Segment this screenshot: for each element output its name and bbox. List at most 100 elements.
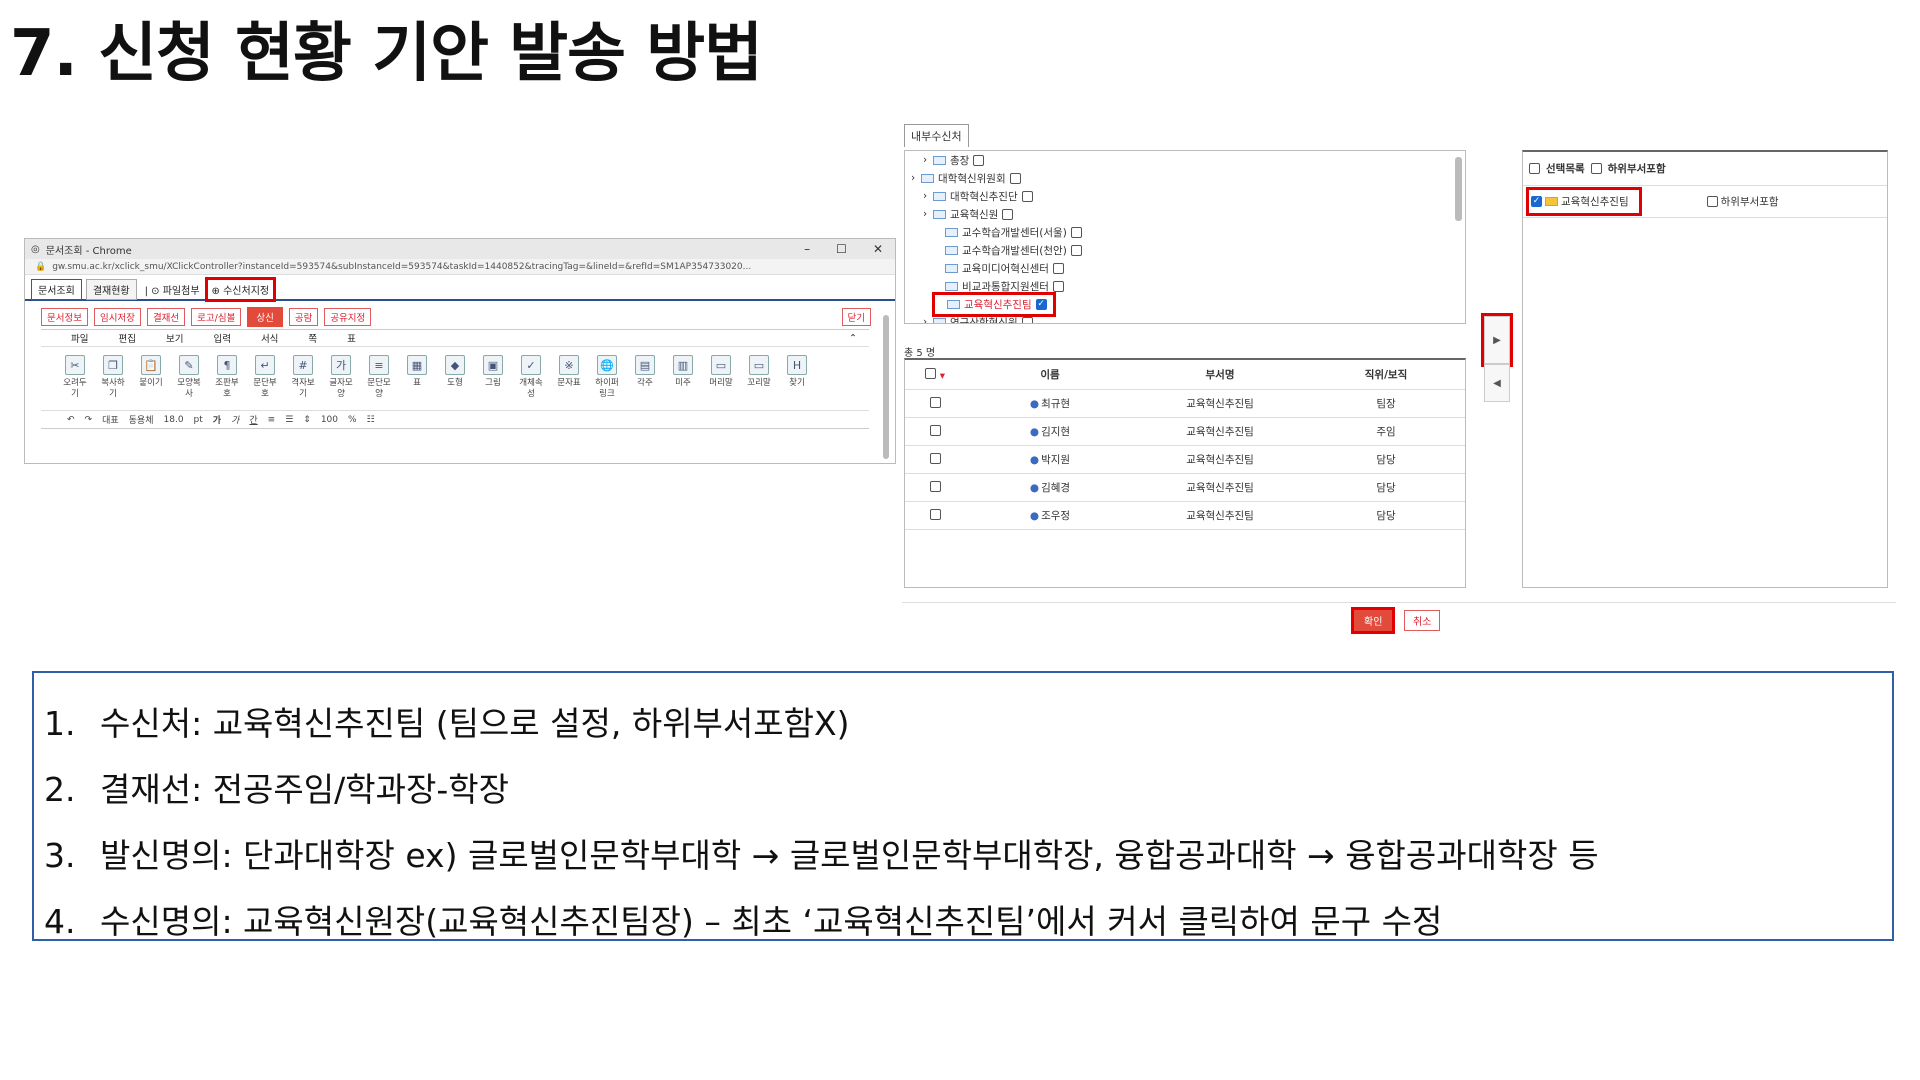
chevron-icon[interactable]: ›	[923, 154, 929, 166]
selected-item-checkbox[interactable]: ✓	[1531, 196, 1542, 207]
temp-save-button[interactable]: 임시저장	[93, 308, 141, 326]
tree-node[interactable]: › 총장	[905, 151, 1465, 169]
maximize-icon[interactable]: ☐	[836, 242, 847, 256]
menu-page[interactable]: 쪽	[308, 331, 317, 345]
tool-button[interactable]: ✓ 개체속성	[517, 355, 545, 400]
tree-node-checkbox[interactable]: ✓	[1035, 298, 1047, 310]
tree-node[interactable]: › 연구산학혁신원	[905, 313, 1465, 323]
redo-icon[interactable]: ↷	[85, 415, 93, 425]
confirm-button[interactable]: 확인	[1350, 607, 1396, 634]
tool-button[interactable]: ▭ 머리말	[707, 355, 735, 389]
tree-node[interactable]: 교수학습개발센터(천안)	[905, 241, 1465, 259]
select-list-checkbox[interactable]	[1529, 163, 1540, 174]
tree-node-checkbox[interactable]	[1070, 226, 1082, 238]
tool-button[interactable]: ▦ 표	[403, 355, 431, 389]
tree-node[interactable]: 비교과통합지원센터	[905, 277, 1465, 295]
tab-doc-view[interactable]: 문서조회	[31, 278, 82, 300]
minimize-icon[interactable]: –	[804, 242, 810, 256]
tree-node-checkbox[interactable]	[1052, 262, 1064, 274]
tool-button[interactable]: 📋 붙이기	[137, 355, 165, 389]
menu-format[interactable]: 서식	[261, 331, 278, 345]
tool-button[interactable]: ▥ 미주	[669, 355, 697, 389]
tool-button[interactable]: ↵ 문단부호	[251, 355, 279, 400]
tab-approval-status[interactable]: 결재현황	[85, 278, 137, 300]
row-checkbox[interactable]	[905, 424, 965, 439]
collapse-icon[interactable]: ⌃	[849, 333, 857, 344]
tool-button[interactable]: # 격자보기	[289, 355, 317, 400]
tool-button[interactable]: 🌐 하이퍼링크	[593, 355, 621, 400]
chevron-icon[interactable]: ›	[923, 208, 929, 220]
menu-file[interactable]: 파일	[71, 331, 88, 345]
bold-icon[interactable]: 가	[213, 413, 221, 426]
select-all-checkbox[interactable]: ▾	[905, 367, 965, 382]
tool-button[interactable]: ¶ 조판부호	[213, 355, 241, 400]
tree-node-checkbox[interactable]	[1002, 208, 1014, 220]
tree-node[interactable]: › 교육혁신원	[905, 205, 1465, 223]
window-scrollbar[interactable]	[883, 315, 889, 459]
table-row[interactable]: ● 김혜경 교육혁신추진팀 담당	[905, 474, 1465, 502]
tool-button[interactable]: ※ 문자표	[555, 355, 583, 389]
row-checkbox[interactable]	[905, 480, 965, 495]
row-checkbox[interactable]	[905, 396, 965, 411]
tree-scrollbar[interactable]	[1455, 157, 1462, 221]
align-left-icon[interactable]: ≡	[268, 415, 276, 425]
table-row[interactable]: ● 조우정 교육혁신추진팀 담당	[905, 502, 1465, 530]
set-recipient-link[interactable]: ⊕ 수신처지정	[204, 276, 277, 302]
tree-node-checkbox[interactable]	[1052, 280, 1064, 292]
font-size-value[interactable]: 18.0	[164, 415, 184, 425]
italic-icon[interactable]: 가	[231, 413, 239, 426]
align-center-icon[interactable]: ☰	[285, 415, 293, 425]
list-icon[interactable]: ☷	[367, 415, 375, 425]
chevron-icon[interactable]: ›	[911, 172, 917, 184]
include-sub-checkbox[interactable]	[1706, 196, 1718, 207]
table-row[interactable]: ● 박지원 교육혁신추진팀 담당	[905, 446, 1465, 474]
tool-button[interactable]: ✂ 오려두기	[61, 355, 89, 400]
tree-node[interactable]: 교육혁신추진팀 ✓	[905, 291, 1465, 317]
tree-node[interactable]: › 대학혁신추진단	[905, 187, 1465, 205]
table-row[interactable]: ● 김지현 교육혁신추진팀 주임	[905, 418, 1465, 446]
include-sub-all-checkbox[interactable]	[1590, 163, 1602, 174]
approval-line-button[interactable]: 결재선	[146, 308, 186, 326]
tool-button[interactable]: 가 글자모양	[327, 355, 355, 400]
tree-node-checkbox[interactable]	[973, 154, 985, 166]
move-right-button[interactable]: ▶	[1481, 313, 1513, 367]
doc-info-button[interactable]: 문서정보	[41, 308, 88, 326]
tool-button[interactable]: ✎ 모양복사	[175, 355, 203, 400]
selected-item[interactable]: ✓ 교육혁신추진팀 하위부서포함	[1523, 186, 1887, 218]
style-select[interactable]: 대표	[102, 413, 119, 426]
share-button[interactable]: 공유지정	[324, 308, 372, 326]
tree-node-checkbox[interactable]	[1070, 244, 1082, 256]
tree-node-checkbox[interactable]	[1021, 316, 1033, 323]
row-checkbox[interactable]	[905, 508, 965, 523]
tree-node-checkbox[interactable]	[1021, 190, 1033, 202]
underline-icon[interactable]: 간	[249, 413, 257, 426]
menu-insert[interactable]: 입력	[213, 331, 230, 345]
tool-button[interactable]: ≡ 문단모양	[365, 355, 393, 400]
circulate-button[interactable]: 공람	[288, 308, 319, 326]
zoom-value[interactable]: 100	[321, 415, 338, 425]
font-select[interactable]: 동용체	[129, 413, 154, 426]
tool-button[interactable]: ▭ 꼬리말	[745, 355, 773, 389]
selected-team-box[interactable]: ✓ 교육혁신추진팀	[1526, 187, 1642, 216]
tool-button[interactable]: ❐ 복사하기	[99, 355, 127, 400]
cancel-button[interactable]: 취소	[1404, 610, 1441, 631]
table-row[interactable]: ● 최규현 교육혁신추진팀 팀장	[905, 390, 1465, 418]
undo-icon[interactable]: ↶	[67, 415, 75, 425]
submit-button[interactable]: 상신	[247, 307, 283, 327]
close-icon[interactable]: ✕	[873, 242, 883, 256]
tool-button[interactable]: ▤ 각주	[631, 355, 659, 389]
tree-node[interactable]: › 대학혁신위원회	[905, 169, 1465, 187]
tree-node-checkbox[interactable]	[1009, 172, 1021, 184]
chevron-icon[interactable]: ›	[923, 190, 929, 202]
menu-table[interactable]: 표	[347, 331, 356, 345]
tool-button[interactable]: H 찾기	[783, 355, 811, 389]
attach-file-link[interactable]: | ⊙ 파일첨부	[141, 280, 204, 299]
tool-button[interactable]: ◆ 도형	[441, 355, 469, 389]
tool-button[interactable]: ▣ 그림	[479, 355, 507, 389]
menu-view[interactable]: 보기	[166, 331, 183, 345]
move-left-button[interactable]: ◀	[1484, 364, 1510, 402]
address-bar[interactable]: 🔒 gw.smu.ac.kr/xclick_smu/XClickControll…	[25, 259, 895, 275]
chevron-icon[interactable]: ›	[923, 316, 929, 323]
include-sub-option[interactable]: 하위부서포함	[1706, 194, 1779, 209]
line-spacing-icon[interactable]: ⇕	[303, 415, 311, 425]
